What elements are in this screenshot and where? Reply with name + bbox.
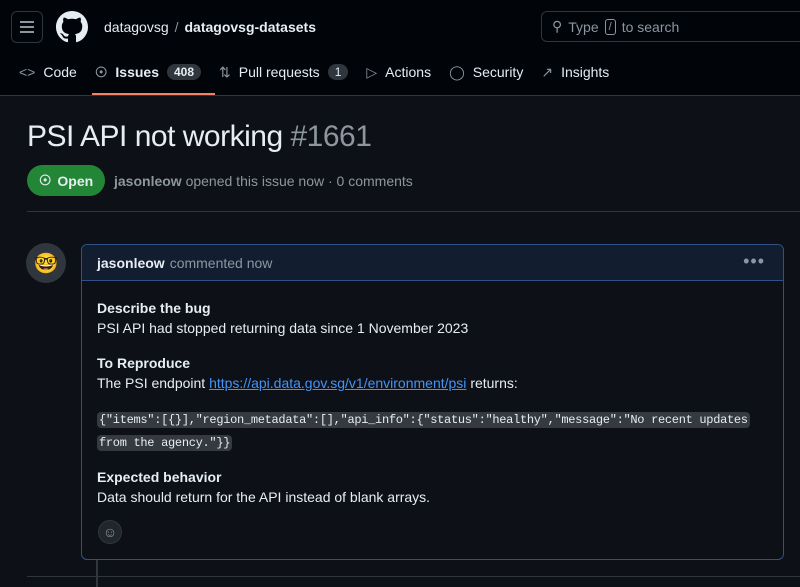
tab-label: Insights — [561, 64, 610, 80]
tab-label: Code — [43, 64, 77, 80]
search-input[interactable]: ⚲ Type / to search — [541, 11, 800, 42]
issue-opened-icon: ☉ — [38, 172, 52, 188]
git-pull-request-icon: ⇅ — [219, 63, 231, 80]
divider — [27, 211, 800, 212]
section-heading: Describe the bug — [97, 300, 211, 316]
search-placeholder-suffix: to search — [621, 18, 680, 35]
code-icon: <> — [19, 64, 36, 80]
issue-title: PSI API not working #1661 — [27, 120, 372, 154]
author-link[interactable]: jasonleow — [114, 173, 182, 189]
breadcrumb: datagovsg / datagovsg-datasets — [104, 19, 316, 35]
play-icon: ▷ — [366, 63, 378, 80]
active-tab-underline — [92, 93, 215, 95]
tab-code[interactable]: <> Code — [10, 56, 86, 88]
text: returns: — [470, 375, 518, 391]
pr-count: 1 — [327, 64, 349, 80]
api-link[interactable]: https://api.data.gov.sg/v1/environment/p… — [209, 375, 466, 391]
breadcrumb-separator: / — [174, 19, 179, 35]
search-icon: ⚲ — [552, 18, 563, 34]
comment-author[interactable]: jasonleow — [97, 255, 165, 271]
tab-actions[interactable]: ▷ Actions — [357, 56, 440, 88]
kebab-menu-icon[interactable]: ••• — [743, 251, 765, 272]
repo-nav: <> Code ☉ Issues 408 ⇅ Pull requests 1 ▷ Actio… — [10, 56, 618, 88]
issues-count: 408 — [166, 64, 202, 80]
github-logo-icon[interactable] — [56, 11, 88, 43]
meta-text: opened this issue now · 0 comments — [185, 173, 413, 189]
shield-icon: ◯ — [449, 63, 465, 80]
tab-label: Security — [472, 64, 524, 80]
status-label: Open — [57, 172, 94, 189]
graph-icon: ↗ — [541, 63, 554, 80]
tab-security[interactable]: ◯ Security — [440, 56, 532, 88]
paragraph: Data should return for the API instead o… — [97, 489, 431, 505]
comment-body: Describe the bug PSI API had stopped ret… — [82, 281, 783, 539]
comment-time[interactable]: commented now — [170, 255, 273, 271]
menu-button[interactable] — [11, 11, 43, 43]
tab-issues[interactable]: ☉ Issues 408 — [86, 56, 210, 88]
divider — [27, 576, 800, 577]
smiley-icon: ☺ — [102, 524, 118, 540]
text: The PSI endpoint — [97, 375, 206, 391]
owner-link[interactable]: datagovsg — [104, 19, 169, 35]
comment-header: jasonleow commented now ••• — [82, 245, 783, 281]
search-placeholder: Type — [568, 18, 599, 35]
issue-meta: jasonleow opened this issue now · 0 comm… — [114, 173, 413, 189]
tab-insights[interactable]: ↗ Insights — [532, 56, 618, 88]
section-heading: To Reproduce — [97, 355, 191, 371]
tab-label: Issues — [115, 64, 159, 80]
tab-pull-requests[interactable]: ⇅ Pull requests 1 — [210, 56, 357, 88]
section-heading: Expected behavior — [97, 469, 222, 485]
add-reaction-button[interactable]: ☺ — [98, 520, 122, 544]
search-shortcut-key: / — [604, 18, 616, 35]
code-line: {"items":[{}],"region_metadata":[],"api_… — [97, 412, 750, 428]
issue-title-text: PSI API not working — [27, 120, 283, 153]
code-line: from the agency."}} — [97, 435, 233, 451]
status-badge: ☉ Open — [27, 165, 105, 196]
timeline-line — [96, 560, 98, 587]
paragraph: The PSI endpoint https://api.data.gov.sg… — [97, 373, 768, 393]
tab-label: Actions — [385, 64, 432, 80]
avatar[interactable]: 🤓 — [26, 243, 66, 283]
code-block: {"items":[{}],"region_metadata":[],"api_… — [97, 408, 768, 454]
hamburger-icon — [20, 26, 34, 28]
tab-label: Pull requests — [238, 64, 320, 80]
issue-number: #1661 — [290, 120, 372, 153]
repo-link[interactable]: datagovsg-datasets — [185, 19, 316, 35]
issue-opened-icon: ☉ — [94, 63, 108, 80]
paragraph: PSI API had stopped returning data since… — [97, 320, 469, 336]
comment-box: jasonleow commented now ••• Describe the… — [81, 244, 784, 560]
